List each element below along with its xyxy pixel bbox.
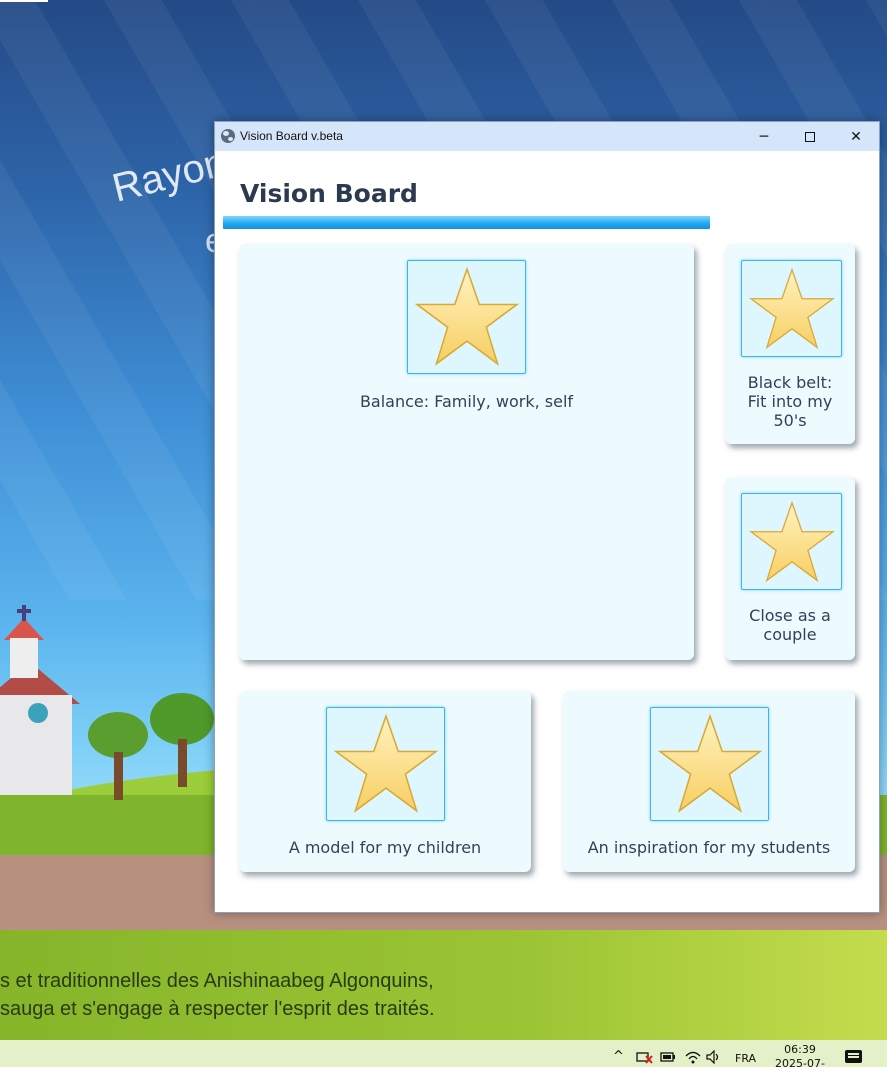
network-error-icon[interactable]	[636, 1050, 654, 1067]
taskbar-clock[interactable]: 06:39 2025-07-07	[770, 1043, 830, 1067]
top-edge-tab	[0, 0, 48, 2]
page-title: Vision Board	[240, 179, 418, 208]
maximize-button[interactable]	[787, 122, 833, 151]
star-icon	[657, 714, 762, 813]
battery-icon[interactable]	[660, 1051, 676, 1066]
card-image	[326, 707, 445, 821]
star-icon	[414, 267, 519, 366]
vision-card-couple[interactable]: Close as a couple	[725, 477, 855, 660]
clock-time: 06:39	[784, 1043, 816, 1056]
tree-illustration	[150, 693, 214, 793]
card-label: A model for my children	[288, 838, 482, 857]
globe-icon	[221, 129, 235, 143]
vision-card-children[interactable]: A model for my children	[239, 691, 531, 872]
card-label: Balance: Family, work, self	[359, 392, 574, 411]
window-titlebar[interactable]: Vision Board v.beta ─ ✕	[215, 122, 879, 151]
minimize-button[interactable]: ─	[741, 122, 787, 151]
card-label: An inspiration for my students	[587, 838, 831, 857]
star-icon	[748, 267, 835, 349]
tree-illustration	[88, 712, 148, 800]
church-illustration	[0, 600, 80, 795]
vision-board-window: Vision Board v.beta ─ ✕ Vision Board Bal…	[214, 121, 880, 913]
card-label: Black belt: Fit into my 50's	[747, 373, 833, 430]
language-indicator[interactable]: FRA	[735, 1052, 756, 1065]
card-label: Close as a couple	[749, 606, 831, 644]
close-button[interactable]: ✕	[833, 122, 879, 151]
vision-card-black-belt[interactable]: Black belt: Fit into my 50's	[725, 244, 855, 444]
card-image	[741, 260, 842, 357]
vision-card-students[interactable]: An inspiration for my students	[563, 691, 855, 872]
window-title: Vision Board v.beta	[240, 129, 343, 143]
vision-card-balance[interactable]: Balance: Family, work, self	[239, 244, 694, 660]
title-underline	[223, 216, 710, 229]
show-hidden-icons-button[interactable]: ^	[613, 1049, 624, 1064]
clock-date: 2025-07-07	[775, 1057, 825, 1067]
land-acknowledgement-line-1: s et traditionnelles des Anishinaabeg Al…	[0, 970, 434, 992]
maximize-icon	[805, 131, 815, 142]
card-image	[741, 493, 842, 590]
card-image	[407, 260, 526, 374]
card-image	[650, 707, 769, 821]
land-acknowledgement-line-2: sauga et s'engage à respecter l'esprit d…	[0, 998, 435, 1020]
notification-icon[interactable]	[845, 1050, 862, 1063]
star-icon	[333, 714, 438, 813]
volume-icon[interactable]	[706, 1049, 722, 1067]
wifi-icon[interactable]	[685, 1050, 701, 1067]
star-icon	[748, 500, 835, 582]
